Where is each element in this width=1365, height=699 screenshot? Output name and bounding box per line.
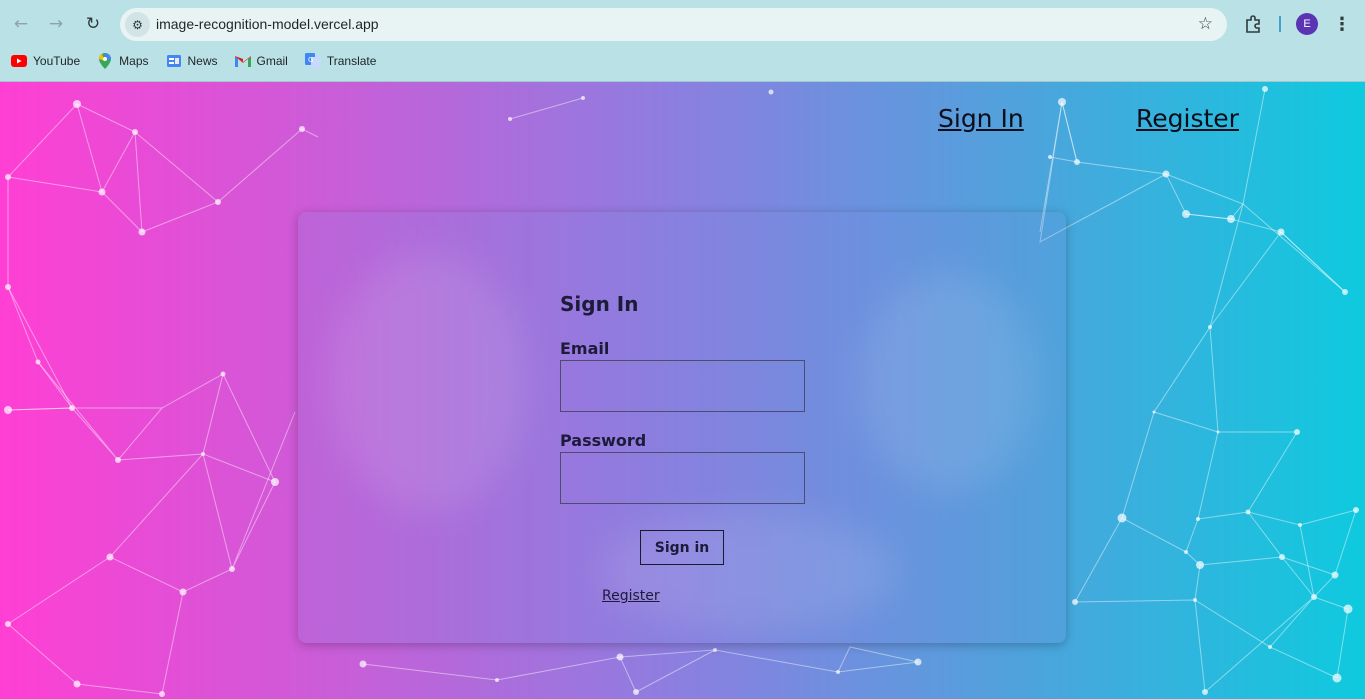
password-label: Password <box>560 431 647 450</box>
signin-submit-button[interactable]: Sign in <box>640 530 724 565</box>
gmail-icon <box>234 53 251 69</box>
page-background: Sign In Register Sign In Email Password … <box>0 82 1365 699</box>
toolbar-separator <box>1279 16 1281 32</box>
bookmark-star-icon[interactable]: ☆ <box>1198 14 1213 34</box>
forward-icon[interactable]: → <box>42 10 70 38</box>
site-settings-icon[interactable]: ⚙ <box>125 12 150 37</box>
nav-register-link[interactable]: Register <box>1136 104 1239 133</box>
profile-avatar[interactable]: E <box>1296 13 1318 35</box>
bookmark-translate[interactable]: G Translate <box>304 53 377 69</box>
bookmark-label: Maps <box>119 54 149 68</box>
bookmarks-bar: YouTube Maps News Gmail G Translate <box>0 50 393 72</box>
bookmark-label: News <box>187 54 218 68</box>
bookmark-label: YouTube <box>33 54 81 68</box>
register-link[interactable]: Register <box>602 588 660 604</box>
form-title: Sign In <box>560 292 639 316</box>
maps-icon <box>97 53 113 69</box>
email-label: Email <box>560 339 610 358</box>
bookmark-youtube[interactable]: YouTube <box>11 53 80 69</box>
bookmark-label: Gmail <box>256 54 288 68</box>
bookmark-maps[interactable]: Maps <box>97 53 149 69</box>
translate-icon: G <box>304 53 321 69</box>
back-icon[interactable]: ← <box>7 10 35 38</box>
bookmark-gmail[interactable]: Gmail <box>234 53 288 69</box>
bookmark-label: Translate <box>326 54 377 68</box>
browser-menu-icon[interactable]: ⋮ <box>1332 11 1352 37</box>
address-bar[interactable]: ⚙ image-recognition-model.vercel.app ☆ <box>120 8 1227 41</box>
svg-text:G: G <box>308 56 313 64</box>
password-field[interactable] <box>560 452 805 504</box>
nav-signin-link[interactable]: Sign In <box>938 104 1024 133</box>
card-glow <box>328 252 528 512</box>
extensions-icon[interactable] <box>1240 11 1266 37</box>
email-field[interactable] <box>560 360 805 412</box>
youtube-icon <box>11 53 27 69</box>
browser-chrome: ← → ↻ ⚙ image-recognition-model.vercel.a… <box>0 0 1365 82</box>
news-icon <box>166 53 182 69</box>
bookmark-news[interactable]: News <box>166 53 218 69</box>
reload-icon[interactable]: ↻ <box>79 10 107 38</box>
url-text[interactable]: image-recognition-model.vercel.app <box>156 16 379 32</box>
card-glow <box>858 272 1038 492</box>
signin-card: Sign In Email Password Sign in Register <box>298 212 1066 643</box>
